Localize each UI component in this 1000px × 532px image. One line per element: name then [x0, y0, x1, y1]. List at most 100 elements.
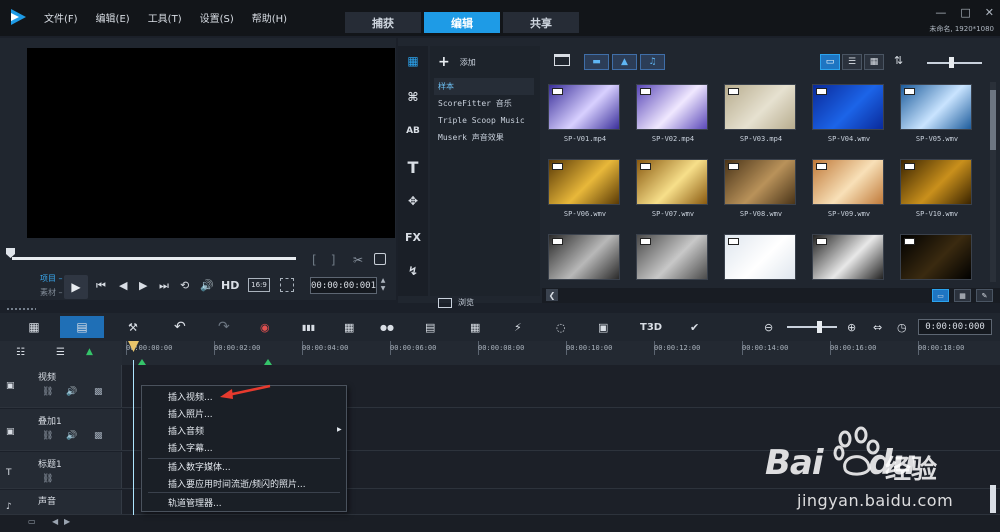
preview-screen[interactable]: [27, 48, 395, 238]
grid-view-button[interactable]: ▦: [864, 54, 884, 70]
media-thumbnail[interactable]: SP-V02.mp4: [636, 84, 710, 143]
tab-share[interactable]: 共享: [503, 12, 579, 33]
menu-settings[interactable]: 设置(S): [200, 10, 234, 25]
thumbnail-size-slider[interactable]: [927, 62, 982, 64]
media-thumbnail[interactable]: SP-V10.wmv: [900, 159, 974, 218]
media-thumbnail[interactable]: [636, 234, 710, 284]
menu-item-insert-timelapse-photo[interactable]: 插入要应用时间流逝/频闪的照片...: [168, 477, 306, 490]
import-media-icon[interactable]: [554, 54, 570, 66]
enlarge-preview-icon[interactable]: [374, 253, 386, 265]
link-icon[interactable]: ⛓: [42, 387, 53, 397]
scroll-left-icon[interactable]: ◀: [52, 517, 58, 526]
fx-icon[interactable]: FX: [404, 228, 422, 246]
show-photo-button[interactable]: ▲: [612, 54, 637, 70]
fit-project-icon[interactable]: ⇔: [873, 317, 882, 337]
track-list-icon[interactable]: ☷: [16, 347, 25, 358]
media-thumbnail[interactable]: SP-V04.wmv: [812, 84, 886, 143]
timecode-spinner[interactable]: ▲ ▼: [378, 277, 388, 294]
record-capture-icon[interactable]: ◉: [260, 317, 270, 337]
pan-zoom-icon[interactable]: ▣: [598, 317, 608, 337]
library-scrollbar[interactable]: [990, 82, 996, 282]
add-folder-button[interactable]: + 添加: [438, 54, 476, 70]
title-template-icon[interactable]: AB: [404, 122, 422, 140]
media-thumbnail[interactable]: SP-V01.mp4: [548, 84, 622, 143]
options-panel-button[interactable]: ▭: [932, 289, 949, 302]
media-thumbnail[interactable]: SP-V03.mp4: [724, 84, 798, 143]
scroll-right-icon[interactable]: ▶: [64, 517, 70, 526]
media-thumbnail[interactable]: [812, 234, 886, 284]
project-duration[interactable]: 0:00:00:000: [918, 319, 992, 335]
collapse-library-icon[interactable]: ❮: [546, 289, 558, 301]
mask-creator-icon[interactable]: ◌: [556, 317, 566, 337]
media-thumbnail[interactable]: SP-V06.wmv: [548, 159, 622, 218]
crop-icon[interactable]: [280, 278, 294, 292]
edit-properties-button[interactable]: ✎: [976, 289, 993, 302]
split-clip-icon[interactable]: ✂: [353, 253, 363, 267]
motion-tracking-icon[interactable]: ▦: [344, 317, 354, 337]
menu-item-insert-digital-media[interactable]: 插入数字媒体...: [168, 460, 231, 473]
library-item-muserk[interactable]: Muserk 声音效果: [434, 129, 534, 146]
tab-capture[interactable]: 捕获: [345, 12, 421, 33]
volume-icon[interactable]: 🔊: [200, 279, 214, 292]
close-button[interactable]: ✕: [985, 6, 994, 19]
media-thumbnail[interactable]: [548, 234, 622, 284]
transition-icon[interactable]: ✥: [404, 192, 422, 210]
show-audio-button[interactable]: ♫: [640, 54, 665, 70]
aspect-ratio-button[interactable]: 16:9: [248, 278, 270, 292]
media-thumbnail[interactable]: SP-V05.wmv: [900, 84, 974, 143]
home-icon[interactable]: ⏮: [96, 279, 106, 293]
timeline-ruler[interactable]: 00:00:00:00 00:00:02:00 00:00:04:00 00:00:0…: [122, 341, 1000, 365]
mark-out-button[interactable]: ]: [331, 253, 336, 267]
menu-tools[interactable]: 工具(T): [148, 10, 182, 25]
menu-item-insert-audio[interactable]: 插入音频: [168, 424, 204, 437]
timeline-zoom-knob[interactable]: [817, 321, 822, 333]
end-icon[interactable]: ⏭: [159, 279, 169, 293]
list-view-button[interactable]: ☰: [842, 54, 862, 70]
media-thumbnail[interactable]: SP-V08.wmv: [724, 159, 798, 218]
tools-icon[interactable]: ⚒: [128, 317, 138, 337]
chapter-marker-icon[interactable]: ▲: [86, 347, 93, 357]
library-item-samples[interactable]: 样本: [434, 78, 534, 95]
media-thumbnail[interactable]: SP-V09.wmv: [812, 159, 886, 218]
menu-help[interactable]: 帮助(H): [252, 10, 287, 25]
path-icon[interactable]: ↯: [404, 262, 422, 280]
library-item-triple-scoop[interactable]: Triple Scoop Music: [434, 112, 534, 129]
split-screen-icon[interactable]: ▦: [470, 317, 480, 337]
3d-title-icon[interactable]: T3D: [640, 317, 662, 337]
auto-music-icon[interactable]: ▮▮▮: [302, 317, 315, 337]
timeline-view-icon[interactable]: ▤: [60, 316, 104, 338]
menu-item-insert-subtitle[interactable]: 插入字幕...: [168, 441, 213, 454]
link-icon[interactable]: ⛓: [42, 431, 53, 441]
track-options-icon[interactable]: ☰: [56, 347, 65, 358]
undo-icon[interactable]: ↶: [174, 317, 186, 337]
hd-preview-button[interactable]: HD: [221, 279, 239, 292]
ripple-icon[interactable]: ▩: [94, 387, 103, 397]
menu-item-insert-photo[interactable]: 插入照片...: [168, 407, 213, 420]
minimize-button[interactable]: —: [935, 6, 946, 19]
library-layout-button[interactable]: ▦: [954, 289, 971, 302]
timeline-zoom-slider[interactable]: [787, 326, 837, 328]
next-frame-icon[interactable]: ▶: [139, 279, 147, 292]
mute-icon[interactable]: 🔊: [66, 431, 77, 441]
media-thumbnail[interactable]: [724, 234, 798, 284]
mode-project[interactable]: 项目 –: [40, 273, 63, 284]
show-video-button[interactable]: ▬: [584, 54, 609, 70]
sort-icon[interactable]: ⇅: [894, 54, 903, 67]
media-icon[interactable]: ▦: [404, 52, 422, 70]
time-remapping-icon[interactable]: ⚡: [514, 317, 522, 337]
repeat-icon[interactable]: ⟲: [180, 279, 189, 292]
ripple-icon[interactable]: ▩: [94, 431, 103, 441]
link-icon[interactable]: ⛓: [42, 474, 53, 484]
maximize-button[interactable]: □: [960, 6, 970, 19]
thumbnail-view-button[interactable]: ▭: [820, 54, 840, 70]
track-manager-icon[interactable]: ✔: [690, 317, 699, 337]
play-button[interactable]: ▶: [64, 275, 88, 299]
panel-grip[interactable]: [6, 307, 36, 311]
player-timecode[interactable]: 00:00:00:001: [310, 277, 377, 294]
thumbnail-size-knob[interactable]: [949, 57, 954, 68]
multi-camera-icon[interactable]: ▤: [425, 317, 435, 337]
zoom-out-icon[interactable]: ⊖: [764, 317, 773, 337]
mode-clip[interactable]: 素材 –: [40, 287, 63, 298]
tab-edit[interactable]: 编辑: [424, 12, 500, 33]
scrub-bar[interactable]: [12, 257, 296, 260]
